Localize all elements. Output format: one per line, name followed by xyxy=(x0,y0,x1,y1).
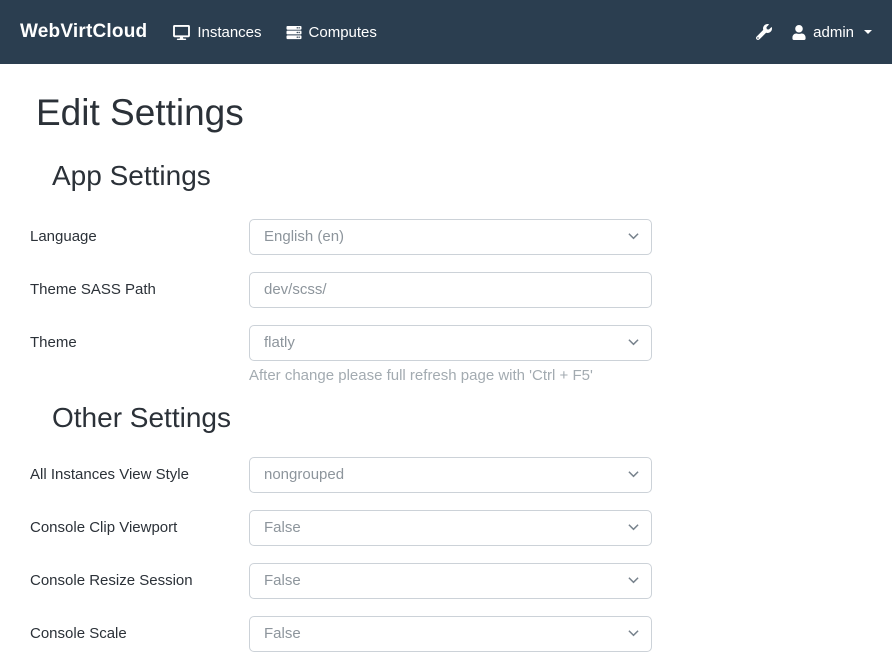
brand-webvirtcloud[interactable]: WebVirtCloud xyxy=(20,21,147,43)
view-style-select[interactable]: nongrouped xyxy=(249,457,652,493)
select-wrap: False xyxy=(249,616,652,652)
user-icon xyxy=(792,25,806,40)
select-wrap: False xyxy=(249,563,652,599)
section-heading-other-settings: Other Settings xyxy=(52,401,892,435)
field-label-language: Language xyxy=(30,228,249,245)
theme-select[interactable]: flatly xyxy=(249,325,652,361)
theme-help-text: After change please full refresh page wi… xyxy=(249,367,652,384)
caret-down-icon xyxy=(864,30,872,34)
navbar-right: admin xyxy=(756,24,872,41)
form-row-sass-path: Theme SASS Path xyxy=(30,272,652,308)
field-label-theme: Theme xyxy=(30,325,249,361)
language-select[interactable]: English (en) xyxy=(249,219,652,255)
form-row-view-style: All Instances View Style nongrouped xyxy=(30,457,652,493)
field-label-sass-path: Theme SASS Path xyxy=(30,281,249,298)
form-row-console-scale: Console Scale False xyxy=(30,616,652,652)
resize-session-select[interactable]: False xyxy=(249,563,652,599)
select-wrap: False xyxy=(249,510,652,546)
monitor-icon xyxy=(173,25,190,40)
field-label-clip-viewport: Console Clip Viewport xyxy=(30,519,249,536)
form-row-language: Language English (en) xyxy=(30,219,652,255)
main-content: Edit Settings App Settings Language Engl… xyxy=(0,91,892,652)
page-title: Edit Settings xyxy=(36,91,892,135)
nav-item-label: Instances xyxy=(197,24,261,41)
nav-item-label: Computes xyxy=(309,24,377,41)
select-wrap: nongrouped xyxy=(249,457,652,493)
user-menu[interactable]: admin xyxy=(792,24,872,41)
input-wrap xyxy=(249,272,652,308)
form-row-resize-session: Console Resize Session False xyxy=(30,563,652,599)
select-wrap: English (en) xyxy=(249,219,652,255)
select-wrap: flatly After change please full refresh … xyxy=(249,325,652,384)
nav-item-instances[interactable]: Instances xyxy=(173,24,261,41)
field-label-resize-session: Console Resize Session xyxy=(30,572,249,589)
clip-viewport-select[interactable]: False xyxy=(249,510,652,546)
sass-path-input[interactable] xyxy=(249,272,652,308)
nav-item-computes[interactable]: Computes xyxy=(286,24,377,41)
username: admin xyxy=(813,24,854,41)
field-label-console-scale: Console Scale xyxy=(30,625,249,642)
form-row-clip-viewport: Console Clip Viewport False xyxy=(30,510,652,546)
field-label-view-style: All Instances View Style xyxy=(30,466,249,483)
navbar: WebVirtCloud Instances Computes admin xyxy=(0,0,892,64)
console-scale-select[interactable]: False xyxy=(249,616,652,652)
wrench-icon[interactable] xyxy=(756,24,772,40)
server-icon xyxy=(286,25,302,40)
section-heading-app-settings: App Settings xyxy=(52,159,892,193)
form-row-theme: Theme flatly After change please full re… xyxy=(30,325,652,384)
